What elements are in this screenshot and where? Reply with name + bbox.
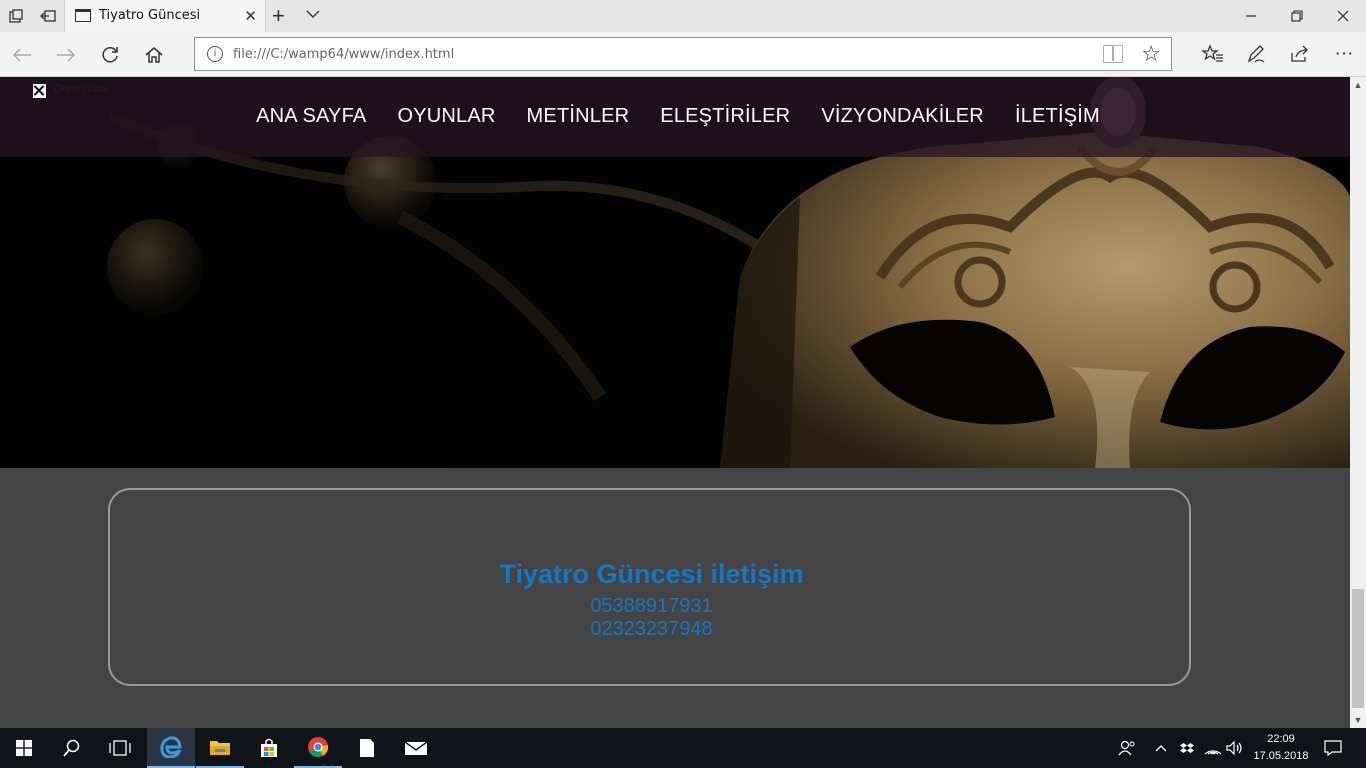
menu-item-elestiriler[interactable]: ELEŞTİRİLER (660, 105, 790, 128)
menu-item-vizyondakiler[interactable]: VİZYONDAKİLER (821, 105, 984, 128)
pen-notes-icon[interactable] (1241, 39, 1271, 69)
clock-time: 22:09 (1267, 733, 1295, 745)
favorite-star-icon[interactable]: ☆ (1141, 41, 1161, 67)
file-explorer-icon[interactable] (196, 728, 244, 768)
contact-box: Tiyatro Güncesi iletişim 05388917931 023… (108, 488, 1191, 686)
share-icon[interactable] (1285, 39, 1315, 69)
browser-tab[interactable]: Tiyatro Güncesi ✕ (64, 0, 266, 32)
action-center-icon[interactable] (1324, 728, 1342, 768)
mail-icon[interactable] (392, 728, 440, 768)
edge-browser-icon[interactable] (147, 728, 195, 768)
menu-item-ana-sayfa[interactable]: ANA SAYFA (256, 105, 366, 128)
forward-arrow-icon[interactable] (51, 40, 81, 70)
task-view-icon[interactable] (96, 728, 144, 768)
clock-date: 17.05.2018 (1253, 750, 1309, 762)
volume-icon[interactable] (1226, 728, 1244, 768)
set-tabs-aside-icon[interactable] (38, 6, 58, 26)
clock[interactable]: 22:09 17.05.2018 (1246, 731, 1316, 765)
address-bar[interactable]: i file:///C:/wamp64/www/index.html ☆ (194, 37, 1172, 71)
new-tab-icon[interactable]: + (272, 3, 285, 29)
minimize-button[interactable] (1228, 0, 1274, 32)
tab-bar: Tiyatro Güncesi ✕ + (0, 0, 1366, 32)
contact-title: Tiyatro Güncesi iletişim (499, 559, 804, 589)
show-hidden-icons-chevron-icon[interactable] (1155, 728, 1167, 768)
back-arrow-icon[interactable] (7, 40, 37, 70)
contact-phone-1: 05388917931 (590, 595, 713, 617)
taskbar: 22:09 17.05.2018 (0, 728, 1366, 768)
reading-view-icon[interactable] (1103, 45, 1123, 63)
menu-item-metinler[interactable]: METİNLER (527, 105, 630, 128)
start-windows-icon[interactable] (0, 728, 48, 768)
chevron-down-icon[interactable] (306, 7, 320, 22)
people-icon[interactable] (1118, 728, 1136, 768)
tabs-aside-icon[interactable] (6, 6, 26, 26)
contact-phone-2: 02323237948 (590, 618, 713, 640)
notepad-icon[interactable] (343, 728, 391, 768)
hero-banner: Green face ANA SAYFA OYUNLAR METİNLER EL… (0, 77, 1350, 468)
page-content: Green face ANA SAYFA OYUNLAR METİNLER EL… (0, 77, 1350, 728)
close-tab-icon[interactable]: ✕ (244, 7, 257, 25)
vertical-scrollbar[interactable]: ▲ ▼ (1350, 77, 1366, 728)
store-icon[interactable] (245, 728, 293, 768)
broken-image-icon (33, 84, 46, 98)
navigation-bar: i file:///C:/wamp64/www/index.html ☆ ··· (0, 32, 1366, 77)
favorites-hub-icon[interactable] (1198, 39, 1228, 69)
scroll-up-arrow-icon[interactable]: ▲ (1350, 77, 1366, 93)
chrome-icon[interactable] (294, 728, 342, 768)
broken-image-alt-text: Green face (54, 83, 109, 95)
tab-title: Tiyatro Güncesi (99, 8, 201, 23)
main-menu: Green face ANA SAYFA OYUNLAR METİNLER EL… (0, 77, 1350, 157)
close-window-button[interactable] (1320, 0, 1366, 32)
restore-button[interactable] (1274, 0, 1320, 32)
menu-item-oyunlar[interactable]: OYUNLAR (397, 105, 495, 128)
more-icon[interactable]: ··· (1329, 39, 1359, 69)
menu-item-iletisim[interactable]: İLETİŞİM (1015, 105, 1100, 128)
info-icon[interactable]: i (207, 46, 223, 62)
scrollbar-thumb[interactable] (1352, 589, 1364, 708)
dropbox-icon[interactable] (1180, 728, 1194, 768)
home-icon[interactable] (139, 40, 169, 70)
page-icon (75, 9, 91, 22)
address-text[interactable]: file:///C:/wamp64/www/index.html (233, 47, 454, 62)
refresh-icon[interactable] (95, 40, 125, 70)
scroll-down-arrow-icon[interactable]: ▼ (1350, 712, 1366, 728)
search-icon[interactable] (48, 728, 96, 768)
wifi-icon[interactable] (1204, 728, 1222, 768)
